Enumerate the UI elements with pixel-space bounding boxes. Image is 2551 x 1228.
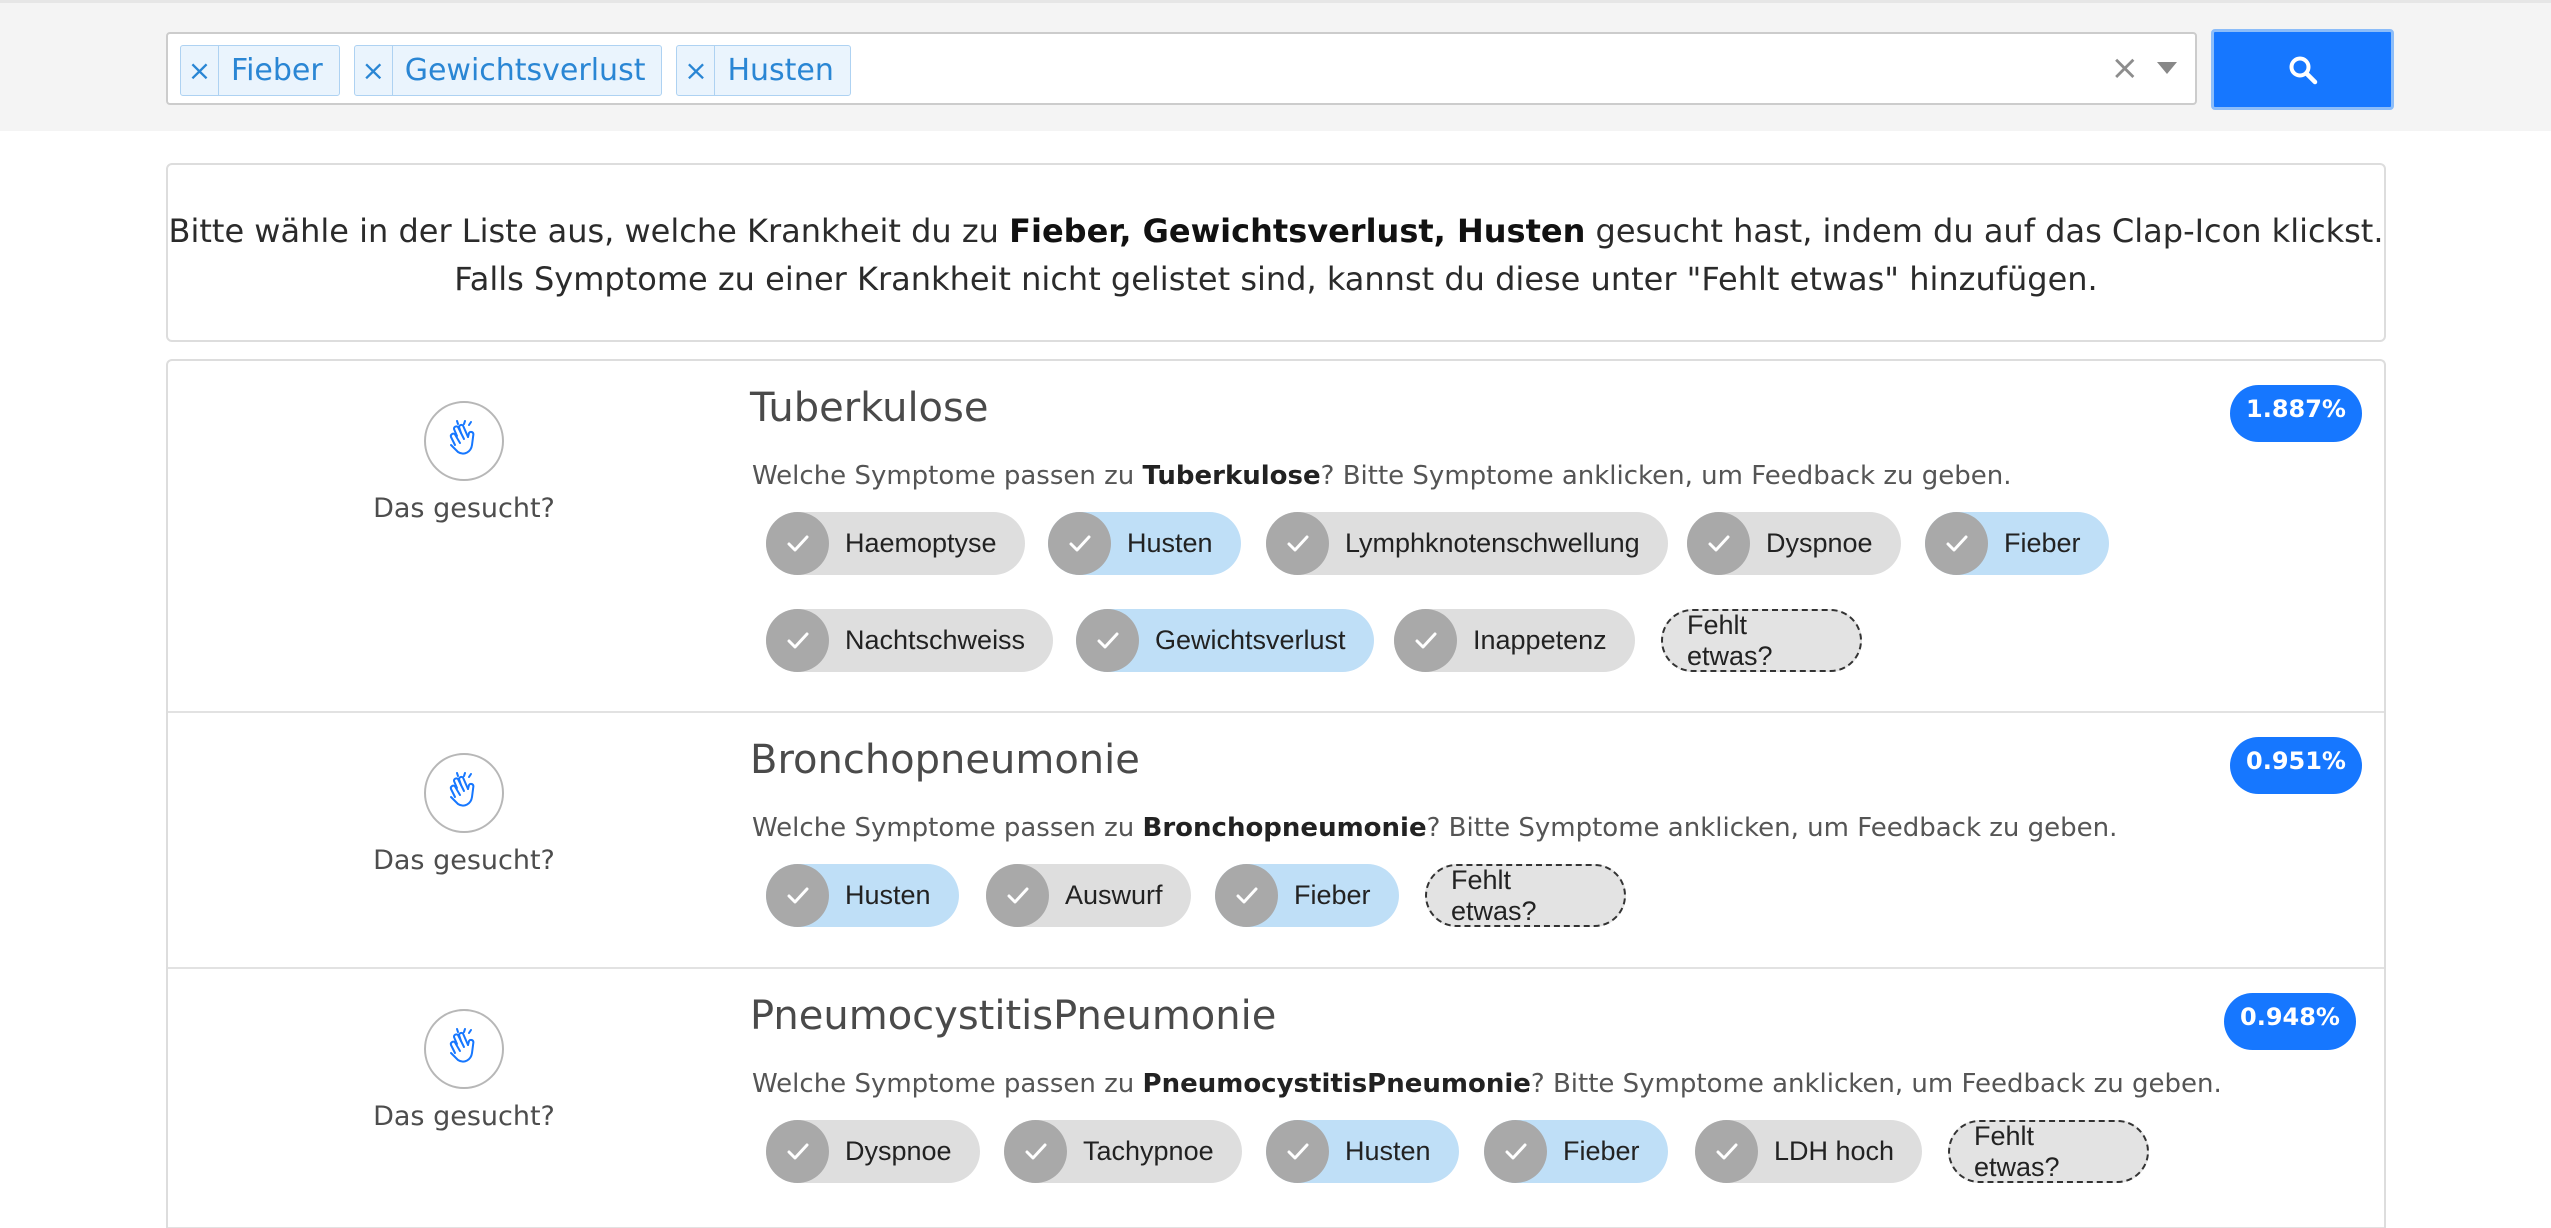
symptom-label: Fieber — [1294, 880, 1371, 910]
symptom-chip[interactable]: Fieber — [1484, 1120, 1668, 1183]
clap-button[interactable] — [424, 753, 504, 833]
symptom-label: Husten — [845, 880, 931, 910]
check-icon — [1215, 864, 1278, 927]
result-card: Das gesucht? Tuberkulose 1.887% Welche S… — [168, 361, 2384, 713]
check-icon — [1266, 1120, 1329, 1183]
symptom-label: Dyspnoe — [845, 1136, 952, 1166]
result-card: Das gesucht? Bronchopneumonie 0.951% Wel… — [168, 713, 2384, 969]
symptom-tag-input[interactable]: × Fieber × Gewichtsverlust × Husten × — [166, 32, 2197, 105]
tag-label: Gewichtsverlust — [404, 53, 646, 88]
check-icon — [1004, 1120, 1067, 1183]
symptom-label: Tachypnoe — [1083, 1136, 1214, 1166]
instruction-line-2: Falls Symptome zu einer Krankheit nicht … — [454, 260, 2098, 298]
searched-symptoms: Fieber, Gewichtsverlust, Husten — [1009, 212, 1586, 250]
symptom-label: Fieber — [1563, 1136, 1640, 1166]
disease-title: Tuberkulose — [750, 385, 989, 431]
clap-column: Das gesucht? — [168, 1009, 760, 1132]
symptom-chip[interactable]: Lymphknotenschwellung — [1266, 512, 1668, 575]
symptom-chip[interactable]: Fieber — [1925, 512, 2109, 575]
tag-label: Husten — [727, 53, 834, 88]
symptom-label: Gewichtsverlust — [1155, 625, 1346, 655]
check-icon — [986, 864, 1049, 927]
symptom-chip[interactable]: Fieber — [1215, 864, 1399, 927]
missing-symptom-button[interactable]: Fehlt etwas? — [1948, 1120, 2149, 1183]
clap-icon — [449, 772, 475, 807]
check-icon — [766, 1120, 829, 1183]
symptom-label: Haemoptyse — [845, 528, 997, 558]
probability-badge: 0.948% — [2224, 993, 2356, 1050]
symptom-chip[interactable]: LDH hoch — [1695, 1120, 1923, 1183]
clap-icon — [449, 420, 475, 455]
probability-badge: 1.887% — [2230, 385, 2362, 442]
check-icon — [766, 609, 829, 672]
symptom-label: Lymphknotenschwellung — [1345, 528, 1640, 558]
feedback-prompt: Welche Symptome passen zu Pneumocystitis… — [752, 1069, 2222, 1099]
symptom-chip[interactable]: Husten — [1266, 1120, 1459, 1183]
results-list: Das gesucht? Tuberkulose 1.887% Welche S… — [166, 359, 2386, 1228]
instruction-box: Bitte wähle in der Liste aus, welche Kra… — [166, 163, 2386, 342]
symptom-label: Dyspnoe — [1766, 528, 1873, 558]
chevron-down-icon[interactable] — [2157, 62, 2177, 74]
remove-tag-icon[interactable]: × — [181, 46, 219, 95]
symptom-chip[interactable]: Husten — [1048, 512, 1241, 575]
tag-gewichtsverlust: × Gewichtsverlust — [353, 45, 663, 96]
check-icon — [1394, 609, 1457, 672]
check-icon — [1076, 609, 1139, 672]
symptom-chip[interactable]: Tachypnoe — [1004, 1120, 1242, 1183]
missing-symptom-button[interactable]: Fehlt etwas? — [1661, 609, 1862, 672]
clap-icon — [449, 1028, 475, 1063]
clap-column: Das gesucht? — [168, 401, 760, 524]
tag-fieber: × Fieber — [180, 45, 340, 96]
clap-label: Das gesucht? — [373, 493, 555, 524]
check-icon — [1687, 512, 1750, 575]
symptom-chip[interactable]: Dyspnoe — [1687, 512, 1901, 575]
check-icon — [1484, 1120, 1547, 1183]
symptom-chip[interactable]: Auswurf — [986, 864, 1191, 927]
search-button[interactable] — [2211, 29, 2394, 110]
tag-label: Fieber — [231, 53, 323, 88]
instruction-line-1: Bitte wähle in der Liste aus, welche Kra… — [168, 212, 2384, 250]
tag-husten: × Husten — [676, 45, 851, 96]
symptom-label: LDH hoch — [1774, 1136, 1895, 1166]
check-icon — [1266, 512, 1329, 575]
clear-all-icon[interactable]: × — [2111, 48, 2140, 88]
symptom-label: Fieber — [2004, 528, 2081, 558]
search-bar: × Fieber × Gewichtsverlust × Husten × — [0, 0, 2551, 131]
symptom-chip[interactable]: Haemoptyse — [766, 512, 1025, 575]
check-icon — [1048, 512, 1111, 575]
check-icon — [766, 864, 829, 927]
clap-column: Das gesucht? — [168, 753, 760, 876]
symptom-chip[interactable]: Inappetenz — [1394, 609, 1635, 672]
result-card: Das gesucht? PneumocystitisPneumonie 0.9… — [168, 969, 2384, 1228]
disease-title: Bronchopneumonie — [750, 737, 1140, 783]
feedback-prompt: Welche Symptome passen zu Tuberkulose? B… — [752, 461, 2012, 491]
symptom-chip[interactable]: Nachtschweiss — [766, 609, 1054, 672]
check-icon — [1695, 1120, 1758, 1183]
clap-button[interactable] — [424, 401, 504, 481]
symptom-label: Nachtschweiss — [845, 625, 1026, 655]
symptom-label: Inappetenz — [1473, 625, 1607, 655]
remove-tag-icon[interactable]: × — [355, 46, 393, 95]
disease-title: PneumocystitisPneumonie — [750, 993, 1277, 1039]
clap-label: Das gesucht? — [373, 845, 555, 876]
check-icon — [1925, 512, 1988, 575]
missing-symptom-button[interactable]: Fehlt etwas? — [1425, 864, 1626, 927]
feedback-prompt: Welche Symptome passen zu Bronchopneumon… — [752, 813, 2118, 843]
clap-button[interactable] — [424, 1009, 504, 1089]
symptom-chip[interactable]: Dyspnoe — [766, 1120, 980, 1183]
search-icon — [2289, 56, 2317, 84]
clap-label: Das gesucht? — [373, 1101, 555, 1132]
symptom-label: Husten — [1345, 1136, 1431, 1166]
selected-tags: × Fieber × Gewichtsverlust × Husten — [180, 45, 851, 96]
symptom-label: Auswurf — [1065, 880, 1163, 910]
symptom-label: Husten — [1127, 528, 1213, 558]
check-icon — [766, 512, 829, 575]
remove-tag-icon[interactable]: × — [677, 46, 716, 95]
symptom-chip[interactable]: Gewichtsverlust — [1076, 609, 1374, 672]
symptom-chip[interactable]: Husten — [766, 864, 959, 927]
probability-badge: 0.951% — [2230, 737, 2362, 794]
